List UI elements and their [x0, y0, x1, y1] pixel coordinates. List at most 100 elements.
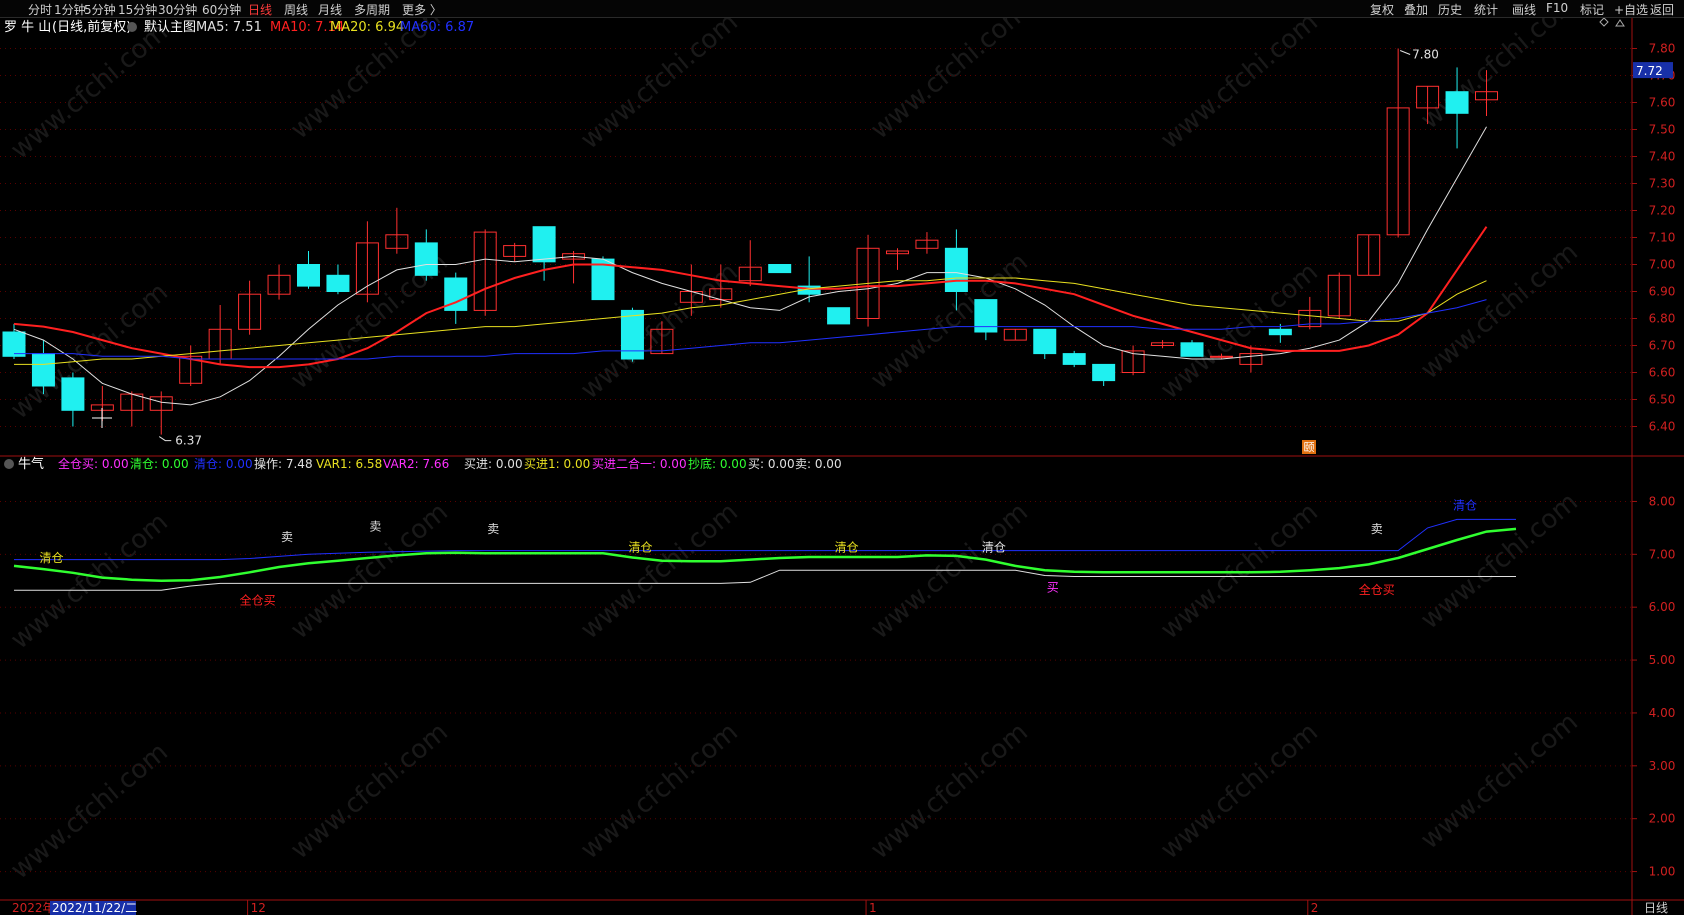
main-axis-label-14: 7.80: [1649, 42, 1676, 56]
main-axis-label-2: 6.60: [1649, 366, 1676, 380]
candle-body-43: [1268, 328, 1292, 336]
toolbar-button-2[interactable]: 历史: [1438, 1, 1462, 18]
watermark-text-18: www.cfchi.com: [5, 737, 174, 885]
chart-label: 默认主图: [144, 19, 196, 35]
toolbar-button-7[interactable]: +自选: [1614, 1, 1648, 18]
candle-body-11: [326, 274, 350, 292]
watermark-text-19: www.cfchi.com: [285, 717, 454, 865]
sub-axis-label-5: 6.00: [1649, 600, 1676, 614]
tab-1[interactable]: 1分钟: [54, 1, 86, 18]
candle-body-35: [1033, 328, 1057, 355]
marker-label: 颐: [1304, 441, 1315, 454]
candle-body-0: [2, 331, 26, 357]
candle-body-14: [414, 242, 438, 276]
candle-body-41: [1209, 355, 1233, 358]
tab-8[interactable]: 月线: [318, 1, 342, 18]
sub-annotation-8: 买: [1047, 580, 1059, 594]
month-label-0: 12: [251, 901, 266, 915]
crosshair-cursor: [92, 408, 112, 428]
period-toolbar: 分时 1分钟 5分钟 15分钟 30分钟 60分钟 日线 周线 月线 多周期 更多 〉 复权 叠加 历史统…: [0, 0, 1684, 18]
sub-annotation-2: 卖: [281, 530, 293, 544]
sub-panel-title: 牛气: [18, 456, 44, 472]
candle-body-1: [31, 353, 55, 387]
main-axis-label-1: 6.50: [1649, 393, 1676, 407]
watermark-text-23: www.cfchi.com: [1415, 707, 1584, 855]
month-label-2: 2: [1311, 901, 1319, 915]
sub-annotation-1: 全仓买: [240, 593, 276, 608]
high-annotation-arrow: [1399, 50, 1411, 55]
candle-body-2: [61, 377, 85, 411]
sub-label-11: 卖: 0.00: [795, 457, 842, 471]
toolbar-button-1[interactable]: 叠加: [1404, 1, 1428, 18]
current-price: 7.72: [1636, 64, 1663, 78]
tab-2[interactable]: 5分钟: [84, 1, 116, 18]
candle-body-26: [768, 264, 792, 274]
toolbar-button-6[interactable]: 标记: [1580, 1, 1604, 18]
tab-7[interactable]: 周线: [284, 1, 308, 18]
tab-0[interactable]: 分时: [28, 1, 52, 18]
ma-label-3: MA60: 6.87: [400, 20, 474, 35]
cursor-date: 2022/11/22/二: [52, 901, 137, 915]
sub-label-5: VAR2: 7.66: [383, 457, 449, 471]
candle-body-49: [1445, 91, 1469, 114]
sub-axis-label-6: 7.00: [1649, 547, 1676, 561]
main-axis-label-8: 7.20: [1649, 204, 1676, 218]
tab-6[interactable]: 日线: [248, 1, 272, 18]
candle-body-40: [1180, 342, 1204, 357]
month-label-1: 1: [869, 901, 877, 915]
sub-axis-label-0: 1.00: [1649, 865, 1676, 879]
toolbar-button-4[interactable]: 画线: [1512, 1, 1536, 18]
sub-label-9: 抄底: 0.00: [688, 456, 747, 471]
sub-label-1: 清仓: 0.00: [130, 457, 189, 471]
watermark-text-5: www.cfchi.com: [1415, 0, 1584, 135]
candle-body-28: [827, 307, 851, 325]
watermark-layer: www.cfchi.com www.cfchi.com www.cfchi.com w…: [5, 0, 1584, 885]
watermark-text-0: www.cfchi.com: [5, 17, 174, 165]
watermark-text-10: www.cfchi.com: [1155, 257, 1324, 405]
stock-name: 罗 牛 山: [4, 20, 51, 35]
sub-axis-label-7: 8.00: [1649, 494, 1676, 508]
sub-label-6: 买进: 0.00: [464, 457, 523, 471]
sub-annotation-7: 清仓: [982, 541, 1006, 555]
candle-body-33: [974, 299, 998, 333]
chart-canvas[interactable]: www.cfchi.com www.cfchi.com www.cfchi.com w…: [0, 0, 1684, 915]
sub-label-7: 买进1: 0.00: [524, 457, 590, 471]
sub-annotation-11: 清仓: [1453, 498, 1477, 512]
toolbar-button-8[interactable]: 返回: [1650, 1, 1674, 18]
tab-3[interactable]: 15分钟: [118, 1, 157, 18]
tab-9[interactable]: 多周期: [354, 1, 390, 18]
candle-body-18: [532, 226, 556, 263]
sub-label-4: VAR1: 6.58: [316, 457, 382, 471]
candle-body-21: [620, 309, 644, 360]
main-axis-label-12: 7.60: [1649, 96, 1676, 110]
tab-5[interactable]: 60分钟: [202, 1, 241, 18]
candle-body-36: [1062, 353, 1086, 365]
toolbar-button-3[interactable]: 统计: [1474, 1, 1498, 18]
sub-annotation-4: 卖: [487, 522, 499, 536]
tab-10[interactable]: 更多 〉: [402, 1, 442, 18]
sub-annotation-5: 清仓: [628, 541, 652, 555]
sub-axis-label-4: 5.00: [1649, 653, 1676, 667]
ma-label-0: MA5: 7.51: [196, 20, 262, 35]
main-axis-label-5: 6.90: [1649, 285, 1676, 299]
high-annotation: 7.80: [1412, 48, 1439, 62]
sub-label-3: 操作: 7.48: [254, 456, 313, 471]
year-label: 2022年: [12, 901, 55, 915]
sub-label-8: 买进二合一: 0.00: [592, 456, 687, 471]
tab-4[interactable]: 30分钟: [158, 1, 197, 18]
watermark-text-20: www.cfchi.com: [575, 717, 744, 865]
watermark-text-14: www.cfchi.com: [575, 497, 744, 645]
sub-annotation-10: 全仓买: [1359, 582, 1395, 597]
period-description: (日线,前复权): [52, 19, 131, 35]
sub-label-0: 全仓买: 0.00: [58, 456, 129, 471]
main-axis-label-9: 7.30: [1649, 177, 1676, 191]
toolbar-button-5[interactable]: F10: [1546, 1, 1568, 15]
watermark-text-17: www.cfchi.com: [1415, 487, 1584, 635]
sub-annotation-3: 卖: [369, 520, 381, 534]
watermark-text-3: www.cfchi.com: [865, 0, 1034, 145]
toolbar-button-0[interactable]: 复权: [1370, 1, 1394, 18]
triangle-icon: [1615, 19, 1625, 27]
main-axis-label-7: 7.10: [1649, 231, 1676, 245]
sub-annotation-6: 清仓: [835, 541, 859, 555]
watermark-text-21: www.cfchi.com: [865, 717, 1034, 865]
